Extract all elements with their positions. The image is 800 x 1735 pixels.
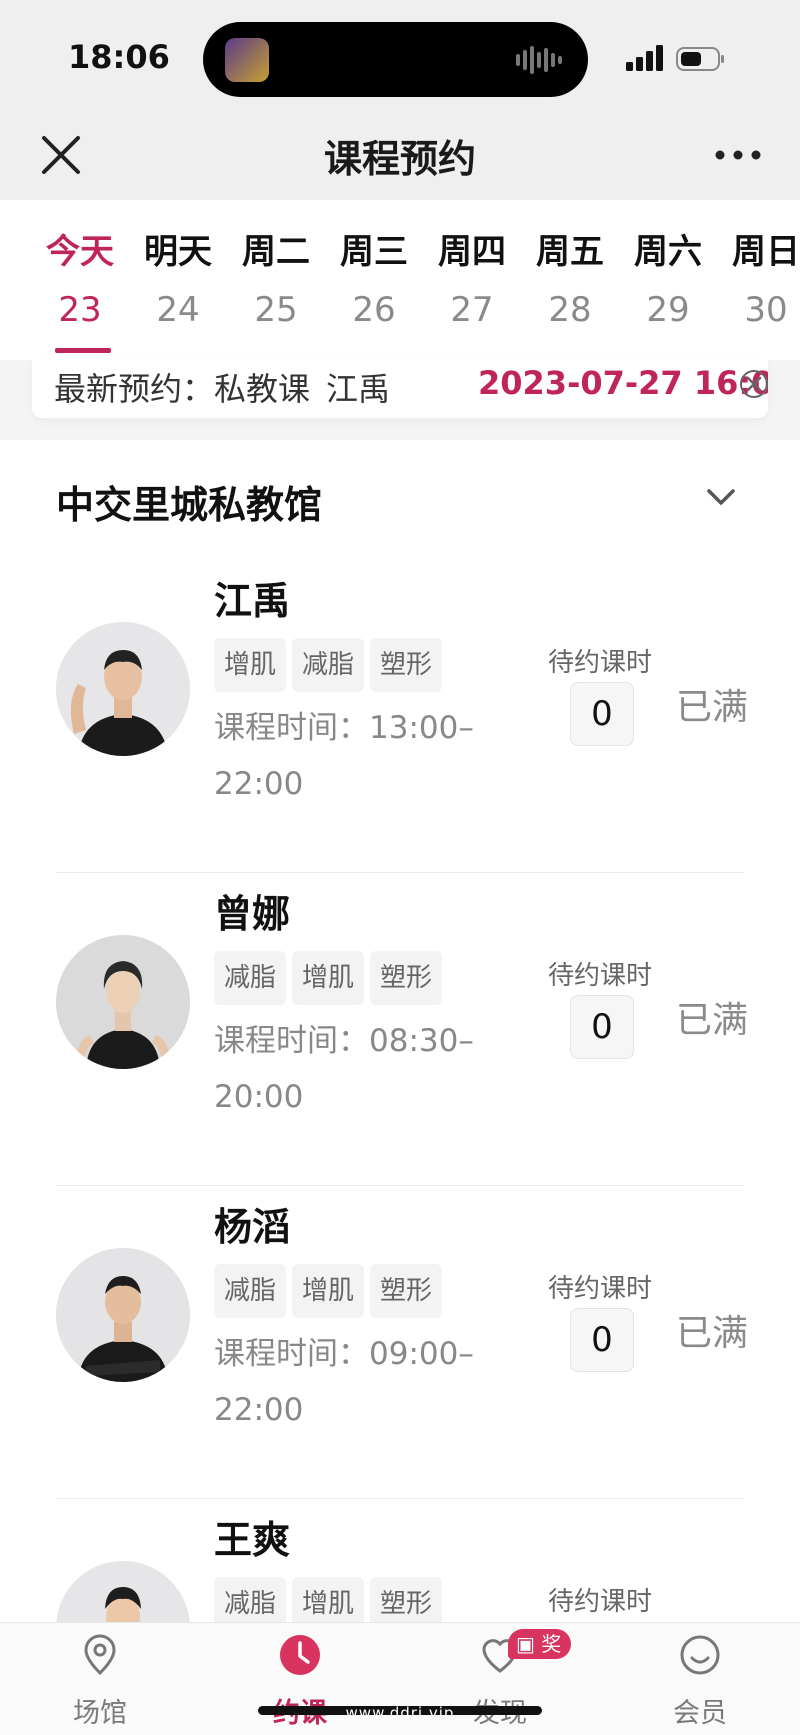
latest-booking-text: 最新预约：私教课 江禹 [54, 364, 390, 410]
latest-booking-datetime: 2023-07-27 16:00 [478, 364, 768, 402]
coach-tag: 塑形 [370, 951, 443, 1005]
location-pin-icon [84, 1634, 116, 1676]
booking-status: 已满 [676, 1313, 749, 1354]
day-tab-weekday: 明天 [144, 232, 212, 272]
day-tab-weekday: 今天 [46, 232, 114, 272]
coach-tags: 增肌 减脂 塑形 [214, 638, 448, 692]
pending-hours-value: 0 [570, 1308, 634, 1372]
coach-tag: 减脂 [214, 951, 287, 1005]
day-tab-tuesday[interactable]: 周二 25 [227, 230, 325, 332]
coach-avatar [56, 1561, 190, 1622]
day-tab-weekday: 周三 [340, 232, 408, 272]
coach-avatar [56, 622, 190, 756]
day-tab-weekday: 周日 [732, 232, 800, 272]
dynamic-island[interactable] [203, 22, 588, 97]
coach-tag: 增肌 [214, 638, 287, 692]
day-tab-date: 25 [254, 290, 298, 330]
coach-avatar [56, 935, 190, 1069]
music-album-icon [225, 38, 269, 82]
day-tab-date: 26 [352, 290, 396, 330]
status-bar: 18:06 [0, 0, 800, 110]
date-tabs: 今天 23 明天 24 周二 25 周三 26 周四 27 周五 28 周六 2… [0, 200, 800, 360]
day-tab-weekday: 周六 [634, 232, 702, 272]
coach-tag: 减脂 [214, 1577, 287, 1622]
day-tab-sunday[interactable]: 周日 30 [717, 230, 800, 332]
coach-name: 王爽 [214, 1518, 291, 1562]
gift-icon: ▣ [516, 1632, 542, 1656]
day-tab-date: 24 [156, 290, 200, 330]
battery-icon [676, 47, 724, 71]
day-tab-weekday: 周二 [242, 232, 310, 272]
coach-tag: 减脂 [292, 638, 365, 692]
award-badge: ▣ 奖 [508, 1629, 572, 1659]
page-title: 课程预约 [323, 137, 476, 181]
coach-photo [56, 935, 190, 1069]
coach-photo [56, 622, 190, 756]
day-tab-today[interactable]: 今天 23 [31, 230, 129, 353]
smiley-icon [680, 1635, 720, 1675]
watermark: www.ddrj.vip [345, 1704, 455, 1722]
day-tab-thursday[interactable]: 周四 27 [423, 230, 521, 332]
coach-list-card: 中交里城私教馆 江禹 增肌 减脂 塑形 课程时间：13:00–22:00 待约课时 … [0, 440, 800, 1622]
coach-tags: 减脂 增肌 塑形 [214, 1264, 448, 1318]
latest-booking-banner[interactable]: 最新预约：私教课 江禹 2023-07-27 16:00 [32, 360, 768, 418]
latest-booking-course: 私教课 [214, 370, 311, 408]
chevron-down-icon[interactable] [704, 484, 738, 510]
active-tab-indicator [55, 348, 111, 353]
pending-hours-label: 待约课时 [548, 1274, 653, 1304]
pending-hours-label: 待约课时 [548, 1587, 653, 1617]
nav-bar: 课程预约 [0, 110, 800, 200]
coach-name: 曾娜 [214, 892, 291, 936]
audio-wave-icon [516, 46, 562, 74]
day-tab-friday[interactable]: 周五 28 [521, 230, 619, 332]
latest-booking-area: 最新预约：私教课 江禹 2023-07-27 16:00 [0, 360, 800, 440]
day-tab-date: 27 [450, 290, 494, 330]
coach-item[interactable]: 杨滔 减脂 增肌 塑形 课程时间：09:00–22:00 待约课时 0 已满 [0, 1186, 800, 1499]
day-tab-date: 30 [744, 290, 788, 330]
day-tab-tomorrow[interactable]: 明天 24 [129, 230, 227, 332]
coach-course-time: 课程时间：08:30–20:00 [214, 1023, 474, 1115]
coach-name: 江禹 [214, 579, 291, 623]
latest-booking-label: 最新预约： [54, 370, 215, 408]
booking-status: 已满 [676, 687, 749, 728]
coach-tag: 增肌 [292, 951, 365, 1005]
coach-tag: 增肌 [292, 1264, 365, 1318]
day-tab-weekday: 周四 [438, 232, 506, 272]
pending-hours-label: 待约课时 [548, 648, 653, 678]
day-tab-date: 29 [646, 290, 690, 330]
latest-booking-coach: 江禹 [326, 370, 391, 408]
close-circle-icon[interactable] [738, 368, 768, 400]
coach-photo [56, 1248, 190, 1382]
pending-hours-value: 0 [570, 682, 634, 746]
day-tab-weekday: 周五 [536, 232, 604, 272]
coach-tag: 塑形 [370, 1264, 443, 1318]
coach-item[interactable]: 江禹 增肌 减脂 塑形 课程时间：13:00–22:00 待约课时 0 已满 [0, 560, 800, 873]
coach-item[interactable]: 曾娜 减脂 增肌 塑形 课程时间：08:30–20:00 待约课时 0 已满 [0, 873, 800, 1186]
coach-tag: 塑形 [370, 1577, 443, 1622]
coach-item[interactable]: 王爽 减脂增肌塑形 待约课时 已满 [0, 1499, 800, 1622]
coach-course-time: 课程时间：13:00–22:00 [214, 710, 474, 802]
clock-icon [280, 1635, 320, 1675]
coach-tags: 减脂 增肌 塑形 [214, 951, 448, 1005]
coach-tag: 塑形 [370, 638, 443, 692]
signal-icon [626, 45, 663, 71]
status-time: 18:06 [68, 38, 170, 76]
award-badge-label: 奖 [541, 1632, 562, 1656]
day-tab-saturday[interactable]: 周六 29 [619, 230, 717, 332]
booking-status: 已满 [676, 1000, 749, 1041]
coach-tag: 增肌 [292, 1577, 365, 1622]
venue-name: 中交里城私教馆 [56, 483, 323, 527]
day-tab-date: 28 [548, 290, 592, 330]
pending-hours-value: 0 [570, 995, 634, 1059]
more-icon[interactable] [712, 138, 764, 172]
coach-photo [56, 1561, 190, 1622]
coach-name: 杨滔 [214, 1205, 291, 1249]
coach-tag: 减脂 [214, 1264, 287, 1318]
coach-tags: 减脂 增肌 塑形 [214, 1577, 448, 1622]
day-tab-date: 23 [58, 290, 102, 330]
pending-hours-label: 待约课时 [548, 961, 653, 991]
coach-course-time: 课程时间：09:00–22:00 [214, 1336, 474, 1428]
day-tab-wednesday[interactable]: 周三 26 [325, 230, 423, 332]
coach-avatar [56, 1248, 190, 1382]
